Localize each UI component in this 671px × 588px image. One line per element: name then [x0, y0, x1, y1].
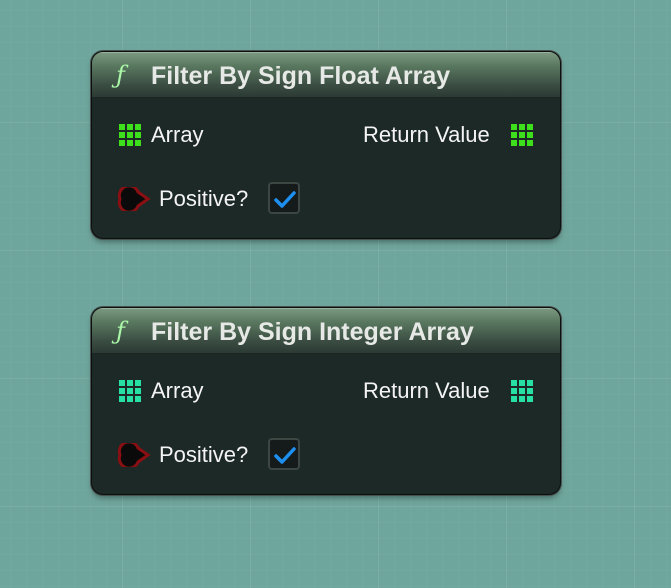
filter-by-sign-integer-array-node[interactable]: ƒ Filter By Sign Integer Array Array Ret… [92, 308, 560, 494]
node-title: Filter By Sign Integer Array [151, 318, 474, 346]
positive-checkbox[interactable] [268, 438, 300, 470]
node-header[interactable]: ƒ Filter By Sign Integer Array [92, 308, 560, 354]
checkmark-icon [274, 447, 296, 464]
positive-label: Positive? [159, 186, 249, 211]
array-input-label: Array [151, 122, 204, 147]
node-header[interactable]: ƒ Filter By Sign Float Array [92, 52, 560, 98]
array-input-pin-icon[interactable] [119, 124, 141, 146]
return-value-label: Return Value [363, 378, 490, 403]
array-input-pin-icon[interactable] [119, 380, 141, 402]
function-icon: ƒ [116, 317, 125, 345]
positive-label: Positive? [159, 442, 249, 467]
return-value-label: Return Value [363, 122, 490, 147]
boolean-input-pin-icon[interactable] [117, 443, 151, 467]
boolean-input-pin-icon[interactable] [117, 187, 151, 211]
filter-by-sign-float-array-node[interactable]: ƒ Filter By Sign Float Array Array Retur… [92, 52, 560, 238]
node-title: Filter By Sign Float Array [151, 62, 451, 90]
function-icon: ƒ [116, 61, 125, 89]
positive-checkbox[interactable] [268, 182, 300, 214]
array-input-label: Array [151, 378, 204, 403]
checkmark-icon [274, 191, 296, 208]
return-value-pin-icon[interactable] [511, 380, 533, 402]
return-value-pin-icon[interactable] [511, 124, 533, 146]
